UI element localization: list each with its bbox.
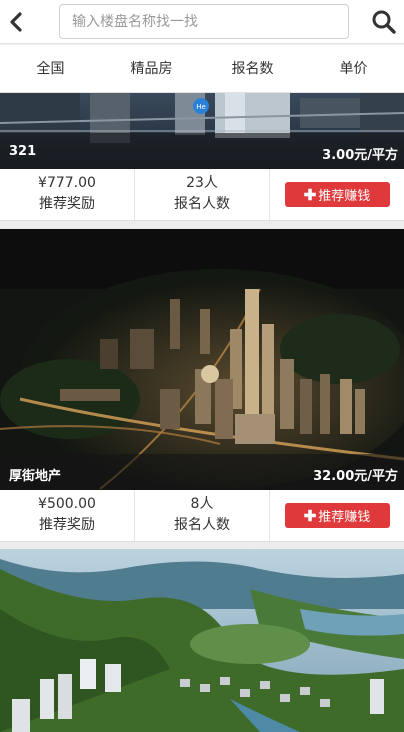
tab-featured[interactable]: 精品房 (101, 45, 202, 92)
chevron-left-icon (10, 12, 22, 32)
reward-value: ¥500.00 (38, 496, 96, 512)
listing-stats: ¥777.00 推荐奖励 23人 报名人数 ✚ 推荐赚钱 (0, 169, 404, 221)
action-cell: ✚ 推荐赚钱 (270, 490, 404, 541)
search-box[interactable] (59, 4, 349, 39)
listing-caption: 厚街地产 32.00元/平方 (0, 454, 404, 490)
reward-label: 推荐奖励 (39, 517, 95, 533)
reward-stat: ¥777.00 推荐奖励 (0, 169, 135, 220)
recommend-earn-label: 推荐赚钱 (318, 509, 371, 524)
listing-stats: ¥500.00 推荐奖励 8人 报名人数 ✚ 推荐赚钱 (0, 490, 404, 542)
svg-text:He: He (196, 103, 206, 111)
listing-card[interactable]: 厚街地产 32.00元/平方 ¥500.00 推荐奖励 8人 报名人数 ✚ 推荐… (0, 229, 404, 542)
listing-name: 321 (9, 144, 37, 159)
tab-unit-price[interactable]: 单价 (303, 45, 404, 92)
recommend-earn-button[interactable]: ✚ 推荐赚钱 (284, 182, 390, 207)
top-bar (0, 0, 404, 44)
night-city-aerial-image (0, 229, 404, 490)
plus-icon: ✚ (303, 507, 317, 525)
action-cell: ✚ 推荐赚钱 (270, 169, 404, 220)
listing-unit-price: 32.00元/平方 (313, 469, 398, 484)
signups-label: 报名人数 (174, 517, 230, 533)
search-input[interactable] (60, 5, 348, 38)
search-button[interactable] (371, 9, 397, 35)
reward-label: 推荐奖励 (39, 196, 95, 212)
back-button[interactable] (4, 8, 28, 36)
signups-label: 报名人数 (174, 196, 230, 212)
signups-value: 8人 (190, 496, 214, 512)
listing-caption: 321 3.00元/平方 (0, 133, 404, 169)
signups-stat: 23人 报名人数 (135, 169, 270, 220)
signups-stat: 8人 报名人数 (135, 490, 270, 541)
filter-tabs: 全国 精品房 报名数 单价 (0, 45, 404, 93)
listing-photo[interactable]: 厚街地产 32.00元/平方 (0, 229, 404, 490)
plus-icon: ✚ (303, 186, 317, 204)
listing-card[interactable]: He 321 3.00元/平方 ¥777.00 推荐奖励 23人 报名人数 ✚ … (0, 93, 404, 221)
listing-unit-price: 3.00元/平方 (322, 148, 398, 163)
listing-name: 厚街地产 (9, 469, 62, 484)
tab-signups[interactable]: 报名数 (202, 45, 303, 92)
listing-card[interactable] (0, 549, 404, 732)
tab-nationwide[interactable]: 全国 (0, 45, 101, 92)
search-icon (372, 10, 396, 34)
listing-photo[interactable]: He 321 3.00元/平方 (0, 93, 404, 169)
lakeside-development-image (0, 549, 404, 732)
reward-value: ¥777.00 (38, 175, 96, 191)
listing-photo[interactable] (0, 549, 404, 732)
reward-stat: ¥500.00 推荐奖励 (0, 490, 135, 541)
recommend-earn-button[interactable]: ✚ 推荐赚钱 (284, 503, 390, 528)
recommend-earn-label: 推荐赚钱 (318, 188, 371, 203)
signups-value: 23人 (186, 175, 218, 191)
